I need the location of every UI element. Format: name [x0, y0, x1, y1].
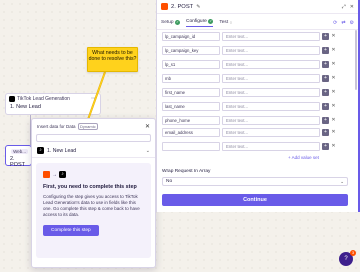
webhooks-icon: [161, 3, 168, 10]
wrap-request-label: Wrap Request In Array: [162, 169, 211, 174]
share-icon[interactable]: ⇄: [341, 20, 345, 26]
refresh-icon[interactable]: ⟳: [333, 20, 337, 26]
key-value-row: first_name Enter text... + ✕: [162, 88, 342, 97]
plus-icon[interactable]: +: [322, 74, 329, 82]
field-value[interactable]: Enter text...: [222, 88, 320, 97]
remove-icon[interactable]: ✕: [330, 33, 337, 40]
card-body: Configuring the step gives you access to…: [43, 194, 140, 217]
field-key[interactable]: last_name: [162, 102, 220, 111]
plus-icon[interactable]: +: [322, 88, 329, 96]
field-value[interactable]: Enter text...: [222, 128, 320, 137]
remove-icon[interactable]: ✕: [330, 61, 337, 68]
search-input[interactable]: [36, 134, 151, 142]
add-value-set-link[interactable]: + Add value set: [288, 155, 319, 160]
arrow-right-icon: →: [52, 171, 57, 178]
circle-icon: ○: [229, 19, 233, 25]
remove-icon[interactable]: ✕: [330, 47, 337, 54]
popover-tag: Dynamic: [77, 123, 99, 130]
key-value-row: phone_home Enter text... + ✕: [162, 116, 342, 125]
step-editor-panel: 2. POST ✎ ⤢ ✕ Setup ✓ Configure ✓ Test ○ ⟳ …: [156, 0, 360, 212]
field-key[interactable]: lp_campaign_id: [162, 32, 220, 41]
field-key[interactable]: phone_home: [162, 116, 220, 125]
plus-icon[interactable]: +: [322, 116, 329, 124]
field-value[interactable]: Enter text...: [222, 102, 320, 111]
plus-icon[interactable]: +: [322, 32, 329, 40]
check-icon: ✓: [208, 19, 214, 24]
help-icon: ?: [344, 256, 348, 262]
tab-configure[interactable]: Configure ✓: [186, 19, 214, 27]
insert-data-popover: Insert data for Data Dynamic ✕ ♪ 1. New …: [31, 118, 156, 268]
field-value[interactable]: Enter text...: [222, 74, 320, 83]
section-label: 1. New Lead: [47, 147, 77, 154]
notification-badge: 3: [350, 250, 356, 256]
remove-icon[interactable]: ✕: [330, 103, 337, 110]
remove-icon[interactable]: ✕: [330, 129, 337, 136]
key-value-row: email_address Enter text... + ✕: [162, 128, 342, 137]
edit-icon[interactable]: ✎: [196, 4, 200, 10]
annotation-note: What needs to be done to resolve this?: [87, 47, 138, 72]
chevron-down-icon[interactable]: ⌄: [146, 148, 150, 154]
remove-icon[interactable]: ✕: [330, 117, 337, 124]
complete-step-card: → ♪ First, you need to complete this ste…: [36, 163, 151, 258]
plus-icon[interactable]: +: [322, 142, 329, 150]
field-key[interactable]: lp_campaign_key: [162, 46, 220, 55]
field-key[interactable]: mb: [162, 74, 220, 83]
panel-title: 2. POST: [171, 3, 194, 10]
field-key[interactable]: lp_s1: [162, 60, 220, 69]
field-value[interactable]: Enter text...: [222, 142, 320, 151]
check-icon: ✓: [175, 19, 181, 25]
tab-setup[interactable]: Setup ✓: [161, 19, 181, 27]
plus-icon[interactable]: +: [322, 46, 329, 54]
tab-test[interactable]: Test ○: [219, 20, 232, 27]
close-icon[interactable]: ✕: [350, 4, 354, 10]
wrap-request-select[interactable]: No ⌄: [162, 177, 348, 186]
field-key[interactable]: first_name: [162, 88, 220, 97]
webhooks-icon: [43, 171, 50, 178]
expand-icon[interactable]: ⤢: [342, 4, 346, 10]
scrollbar[interactable]: [355, 30, 357, 90]
field-value[interactable]: Enter text...: [222, 32, 320, 41]
remove-icon[interactable]: ✕: [330, 89, 337, 96]
chevron-down-icon: ⌄: [340, 179, 344, 184]
key-value-row: lp_campaign_id Enter text... + ✕: [162, 32, 342, 41]
complete-step-button[interactable]: Complete this step: [43, 225, 99, 236]
key-value-row: Enter text... + ✕: [162, 142, 342, 151]
remove-icon[interactable]: ✕: [330, 143, 337, 150]
field-value[interactable]: Enter text...: [222, 116, 320, 125]
field-key[interactable]: [162, 142, 220, 151]
popover-section[interactable]: ♪ 1. New Lead ⌄: [32, 142, 155, 158]
popover-title: Insert data for Data: [37, 124, 76, 129]
tiktok-icon: ♪: [59, 171, 66, 178]
field-value[interactable]: Enter text...: [222, 60, 320, 69]
key-value-row: lp_s1 Enter text... + ✕: [162, 60, 342, 69]
plus-icon[interactable]: +: [322, 60, 329, 68]
card-heading: First, you need to complete this step: [43, 184, 137, 190]
key-value-row: lp_campaign_key Enter text... + ✕: [162, 46, 342, 55]
plus-icon[interactable]: +: [322, 102, 329, 110]
continue-button[interactable]: Continue: [162, 194, 348, 206]
field-value[interactable]: Enter text...: [222, 46, 320, 55]
close-icon[interactable]: ✕: [145, 123, 150, 130]
key-value-row: last_name Enter text... + ✕: [162, 102, 342, 111]
key-value-row: mb Enter text... + ✕: [162, 74, 342, 83]
settings-icon[interactable]: ⚙: [350, 20, 354, 26]
tiktok-icon: ♪: [37, 147, 44, 154]
remove-icon[interactable]: ✕: [330, 75, 337, 82]
field-key[interactable]: email_address: [162, 128, 220, 137]
plus-icon[interactable]: +: [322, 128, 329, 136]
